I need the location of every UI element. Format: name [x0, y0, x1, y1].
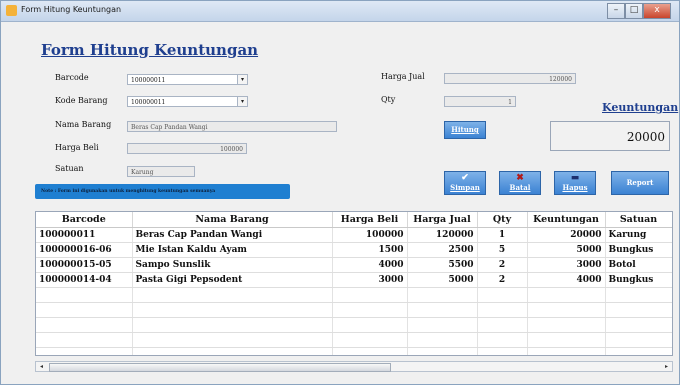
empty-row — [36, 347, 672, 355]
satuan-field[interactable]: Karung — [127, 166, 195, 177]
table-cell: 2500 — [407, 242, 478, 258]
table-cell: Karung — [605, 227, 672, 243]
table-cell: 5000 — [407, 272, 478, 288]
table-cell: Botol — [605, 257, 672, 273]
table-cell: 100000015-05 — [36, 257, 133, 273]
table-cell: 100000011 — [36, 227, 133, 243]
table-cell: 120000 — [407, 227, 478, 243]
form-title: Form Hitung Keuntungan — [41, 41, 259, 59]
column-header[interactable]: Keuntungan — [527, 212, 606, 228]
scroll-right-icon[interactable]: ▸ — [661, 362, 672, 371]
hapus-button-label: Hapus — [562, 183, 588, 192]
harga-jual-field[interactable]: 120000 — [444, 73, 576, 84]
table-cell: Bungkus — [605, 272, 672, 288]
table-cell: 3000 — [527, 257, 606, 273]
maximize-button[interactable]: □ — [625, 3, 643, 19]
data-grid[interactable]: Barcode Nama Barang Harga Beli Harga Jua… — [35, 211, 673, 356]
minimize-button[interactable]: – — [607, 3, 625, 19]
empty-row — [36, 302, 672, 318]
table-cell: 100000014-04 — [36, 272, 133, 288]
app-window: Form Hitung Keuntungan – □ x Form Hitung… — [0, 0, 680, 385]
scrollbar-thumb[interactable] — [49, 363, 391, 372]
harga-jual-label: Harga Jual — [381, 72, 425, 81]
column-header[interactable]: Harga Jual — [407, 212, 478, 228]
app-icon — [6, 5, 17, 16]
window-title: Form Hitung Keuntungan — [21, 5, 122, 14]
kode-barang-label: Kode Barang — [55, 96, 108, 105]
table-row[interactable]: 100000016-06 Mie Istan Kaldu Ayam 1500 2… — [36, 242, 672, 258]
table-cell: 100000 — [332, 227, 408, 243]
table-cell: 2 — [477, 272, 528, 288]
trash-icon: ▬ — [570, 173, 580, 183]
table-cell: 1500 — [332, 242, 408, 258]
report-button-label: Report — [626, 178, 654, 187]
keuntungan-label: Keuntungan — [602, 101, 679, 114]
nama-barang-field[interactable]: Beras Cap Pandan Wangi — [127, 121, 337, 132]
hapus-button[interactable]: ▬ Hapus — [554, 171, 596, 195]
column-header[interactable]: Nama Barang — [132, 212, 333, 228]
satuan-label: Satuan — [55, 164, 84, 173]
empty-row — [36, 317, 672, 333]
title-bar: Form Hitung Keuntungan – □ x — [1, 1, 679, 22]
table-row[interactable]: 100000015-05 Sampo Sunslik 4000 5500 2 3… — [36, 257, 672, 273]
kode-barang-combo[interactable]: 100000011 ▾ — [127, 96, 248, 107]
column-header[interactable]: Satuan — [605, 212, 672, 228]
window-controls: – □ x — [607, 3, 671, 19]
table-row[interactable]: 100000011 Beras Cap Pandan Wangi 100000 … — [36, 227, 672, 243]
harga-beli-field[interactable]: 100000 — [127, 143, 247, 154]
table-cell: Pasta Gigi Pepsodent — [132, 272, 333, 288]
hitung-button[interactable]: Hitung — [444, 121, 486, 139]
table-cell: Bungkus — [605, 242, 672, 258]
simpan-button-label: Simpan — [450, 183, 480, 192]
empty-row — [36, 287, 672, 303]
horizontal-scrollbar[interactable]: ◂ ▸ — [35, 361, 673, 372]
table-cell: Beras Cap Pandan Wangi — [132, 227, 333, 243]
qty-label: Qty — [381, 95, 396, 104]
table-header-row: Barcode Nama Barang Harga Beli Harga Jua… — [36, 212, 672, 228]
batal-button[interactable]: ✖ Batal — [499, 171, 541, 195]
table-cell: 20000 — [527, 227, 606, 243]
barcode-label: Barcode — [55, 73, 89, 82]
chevron-down-icon[interactable]: ▾ — [237, 75, 247, 84]
keuntungan-value: 20000 — [550, 121, 670, 151]
table-row[interactable]: 100000014-04 Pasta Gigi Pepsodent 3000 5… — [36, 272, 672, 288]
column-header[interactable]: Barcode — [36, 212, 133, 228]
hitung-button-label: Hitung — [451, 125, 479, 134]
x-icon: ✖ — [516, 173, 524, 183]
harga-beli-label: Harga Beli — [55, 143, 99, 152]
scroll-left-icon[interactable]: ◂ — [36, 362, 47, 371]
kode-barang-value: 100000011 — [131, 99, 166, 106]
column-header[interactable]: Harga Beli — [332, 212, 408, 228]
table-cell: 2 — [477, 257, 528, 273]
barcode-combo[interactable]: 100000011 ▾ — [127, 74, 248, 85]
table-cell: 3000 — [332, 272, 408, 288]
table-cell: 5000 — [527, 242, 606, 258]
note-banner: Note : Form ini digunakan untuk menghitu… — [35, 184, 290, 199]
column-header[interactable]: Qty — [477, 212, 528, 228]
table-cell: 5500 — [407, 257, 478, 273]
table-cell: 5 — [477, 242, 528, 258]
chevron-down-icon[interactable]: ▾ — [237, 97, 247, 106]
table-cell: 1 — [477, 227, 528, 243]
data-table: Barcode Nama Barang Harga Beli Harga Jua… — [36, 212, 672, 355]
empty-row — [36, 332, 672, 348]
check-icon: ✔ — [461, 173, 469, 183]
qty-field[interactable]: 1 — [444, 96, 516, 107]
report-button[interactable]: Report — [611, 171, 669, 195]
nama-barang-label: Nama Barang — [55, 120, 112, 129]
table-cell: 4000 — [527, 272, 606, 288]
simpan-button[interactable]: ✔ Simpan — [444, 171, 486, 195]
table-cell: 100000016-06 — [36, 242, 133, 258]
table-cell: Mie Istan Kaldu Ayam — [132, 242, 333, 258]
close-button[interactable]: x — [643, 3, 671, 19]
batal-button-label: Batal — [509, 183, 531, 192]
table-cell: 4000 — [332, 257, 408, 273]
table-cell: Sampo Sunslik — [132, 257, 333, 273]
barcode-value: 100000011 — [131, 77, 166, 84]
